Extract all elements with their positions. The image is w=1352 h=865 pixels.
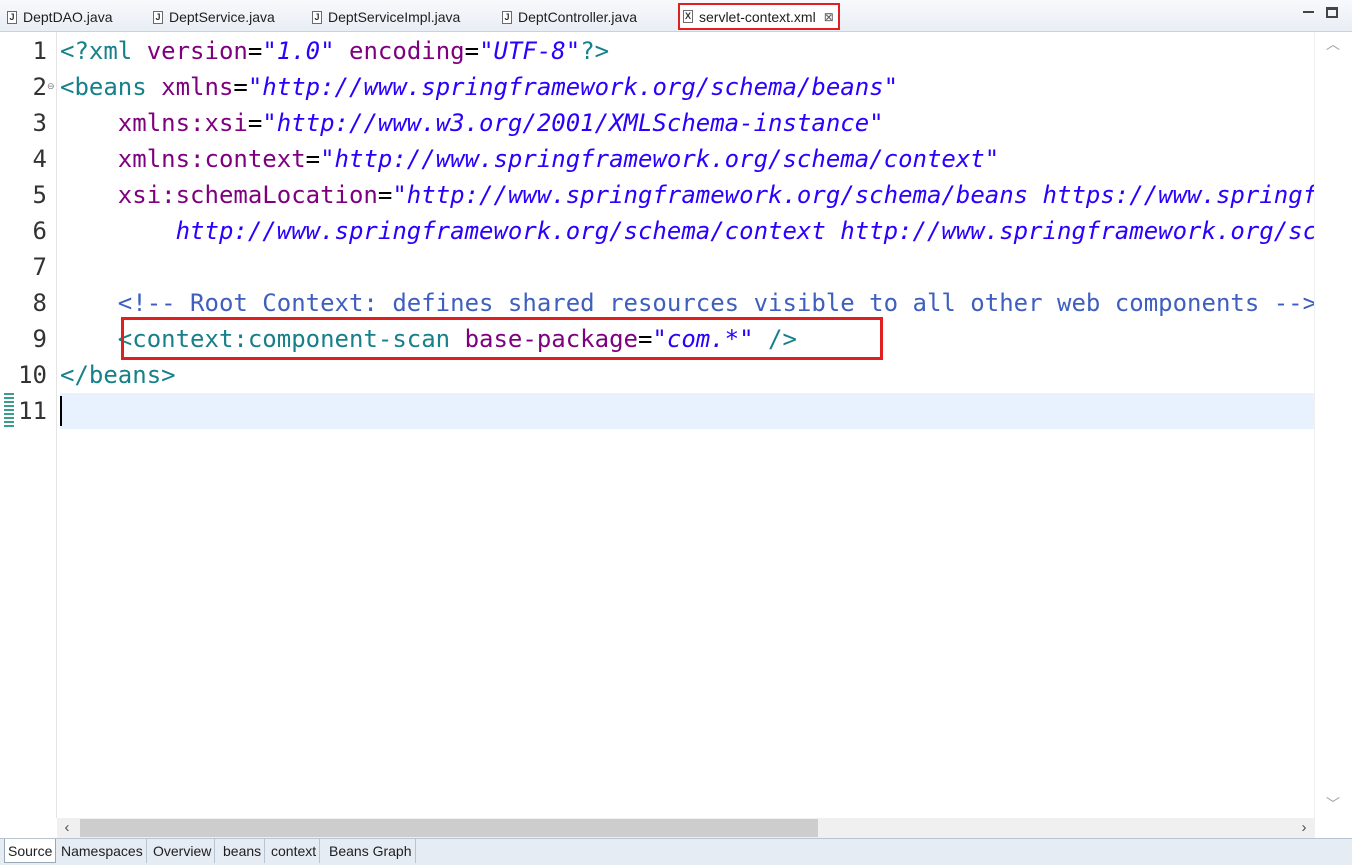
line-number: 10 (18, 361, 47, 389)
java-file-icon: J (502, 10, 512, 24)
tab-label: DeptController.java (518, 9, 638, 25)
code-token: "http://www.springframework.org/schema/c… (320, 145, 1000, 173)
close-icon[interactable]: ⊠ (824, 11, 834, 23)
code-token: = (305, 145, 321, 173)
tab-deptcontroller[interactable]: J DeptController.java (502, 6, 637, 28)
horizontal-scrollbar[interactable]: ‹ › (57, 818, 1314, 838)
scroll-up-icon[interactable]: ︿ (1325, 36, 1341, 52)
code-token: = (247, 37, 263, 65)
code-token: <!-- Root Context: defines shared resour… (117, 289, 1314, 317)
line-number: 3 (32, 109, 47, 137)
code-token: = (247, 109, 263, 137)
tab-label: DeptDAO.java (23, 9, 113, 25)
code-token: "http://www.springframework.org/schema/b… (247, 73, 899, 101)
line-number: 11 (18, 397, 47, 425)
java-file-icon: J (153, 10, 163, 24)
current-line-highlight (60, 393, 1314, 429)
line-number: 7 (32, 253, 47, 281)
xml-source-editor[interactable]: 1 2 ⊖ 3 4 5 6 7 8 9 10 11 <?xml version="1.0" encod… (0, 32, 1352, 838)
xml-file-icon: X (683, 10, 693, 23)
tab-source[interactable]: Source (4, 839, 57, 863)
code-token: <beans (60, 73, 162, 101)
tab-deptdao[interactable]: J DeptDAO.java (7, 6, 112, 28)
code-token: xmlns:context (117, 145, 306, 173)
code-token: </beans> (60, 361, 176, 389)
code-token: ?> (580, 37, 610, 65)
vertical-scrollbar[interactable]: ︿ ﹀ (1314, 32, 1352, 838)
code-token: http://www.springframework.org/schema/co… (175, 217, 1314, 245)
code-token: "1.0" (262, 37, 335, 65)
tab-deptserviceimpl[interactable]: J DeptServiceImpl.java (312, 6, 460, 28)
code-token: version (146, 37, 248, 65)
code-line[interactable]: xsi:schemaLocation="http://www.springfra… (60, 177, 1314, 213)
code-token: "UTF-8" (479, 37, 581, 65)
tab-overview[interactable]: Overview (150, 839, 216, 863)
code-token: = (464, 37, 480, 65)
code-line[interactable]: <?xml version="1.0" encoding="UTF-8"?> (60, 33, 609, 69)
code-line[interactable]: xmlns:context="http://www.springframewor… (60, 141, 999, 177)
tab-beans-graph[interactable]: Beans Graph (326, 839, 416, 863)
tab-context[interactable]: context (268, 839, 321, 863)
code-line[interactable]: <beans xmlns="http://www.springframework… (60, 69, 898, 105)
code-token: xmlns (161, 73, 234, 101)
tab-label: servlet-context.xml (699, 8, 816, 25)
tab-label: DeptService.java (169, 9, 275, 25)
line-number: 1 (32, 37, 47, 65)
text-caret (60, 396, 62, 426)
scroll-down-icon[interactable]: ﹀ (1325, 796, 1341, 812)
tab-beans[interactable]: beans (220, 839, 266, 863)
maximize-icon[interactable] (1326, 7, 1338, 18)
scroll-right-icon[interactable]: › (1296, 818, 1312, 838)
java-file-icon: J (7, 10, 17, 24)
code-line[interactable]: xmlns:xsi="http://www.w3.org/2001/XMLSch… (60, 105, 884, 141)
code-line[interactable]: </beans> (60, 357, 176, 393)
code-token: "http://www.w3.org/2001/XMLSchema-instan… (262, 109, 884, 137)
line-number: 6 (32, 217, 47, 245)
tab-deptservice[interactable]: J DeptService.java (153, 6, 275, 28)
line-number: 8 (32, 289, 47, 317)
highlight-box (121, 317, 883, 360)
tab-label: DeptServiceImpl.java (328, 9, 461, 25)
tab-servlet-context[interactable]: X servlet-context.xml ⊠ (678, 3, 840, 30)
code-token: encoding (349, 37, 465, 65)
code-token: xsi:schemaLocation (117, 181, 378, 209)
line-number: 5 (32, 181, 47, 209)
code-token: xmlns:xsi (117, 109, 248, 137)
line-number-gutter: 1 2 ⊖ 3 4 5 6 7 8 9 10 11 (0, 32, 57, 818)
code-token: <?xml (60, 37, 147, 65)
editor-page-tabs: Source Namespaces Overview beans context… (0, 838, 1352, 865)
horizontal-scroll-thumb[interactable] (80, 819, 818, 837)
code-token: "http://www.springframework.org/schema/b… (392, 181, 1314, 209)
code-token: = (233, 73, 248, 101)
line-number: 2 (32, 73, 47, 101)
line-number: 4 (32, 145, 47, 173)
line-number: 9 (32, 325, 47, 353)
code-area[interactable]: <?xml version="1.0" encoding="UTF-8"?> <b… (60, 32, 1314, 818)
scroll-left-icon[interactable]: ‹ (59, 818, 75, 838)
minimize-icon[interactable] (1302, 5, 1316, 19)
code-token: = (377, 181, 393, 209)
fold-collapse-icon[interactable]: ⊖ (47, 82, 56, 91)
editor-tab-bar: J DeptDAO.java J DeptService.java J Dept… (0, 0, 1352, 32)
java-file-icon: J (312, 10, 322, 24)
code-line[interactable]: http://www.springframework.org/schema/co… (60, 213, 1314, 249)
code-line[interactable]: <!-- Root Context: defines shared resour… (60, 285, 1314, 321)
tab-namespaces[interactable]: Namespaces (58, 839, 147, 863)
